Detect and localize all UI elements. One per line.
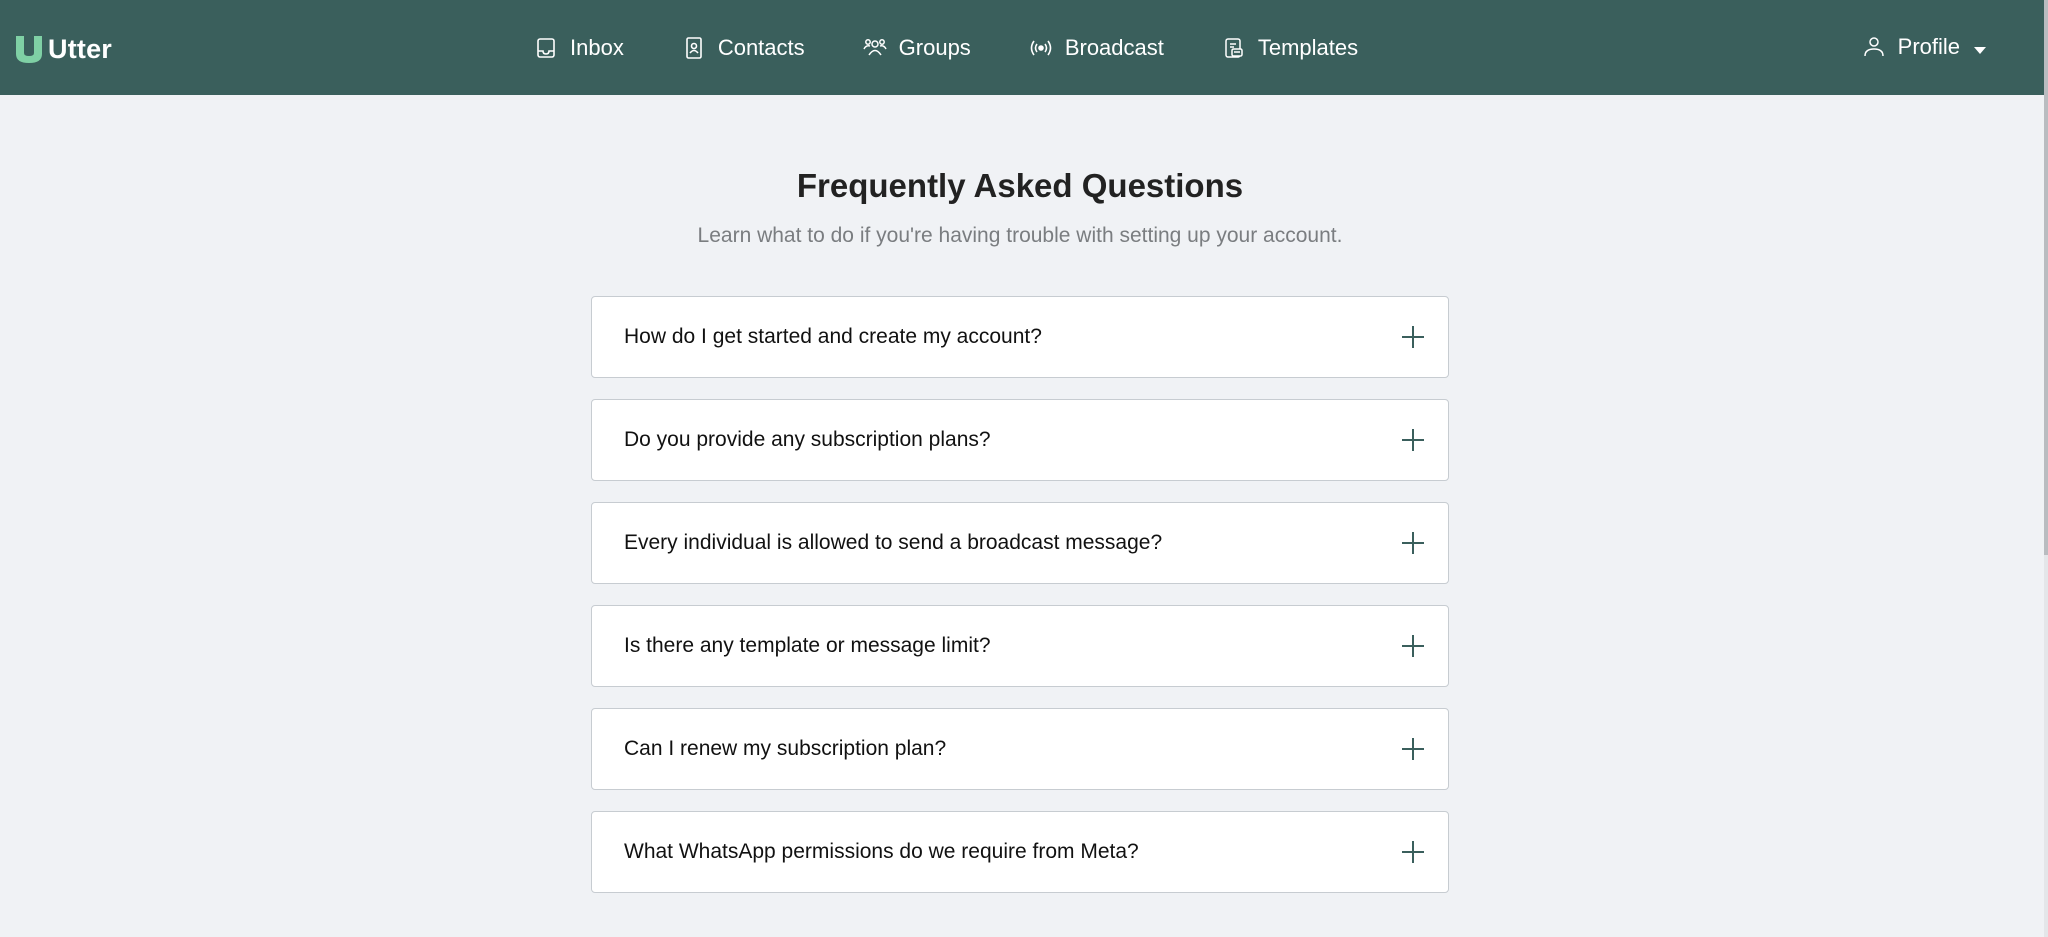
top-navbar: Utter Inbox Contacts Groups Broadcast Te… [0, 0, 2044, 95]
profile-menu[interactable]: Profile [1862, 27, 1986, 67]
scrollbar-thumb[interactable] [2044, 0, 2048, 555]
nav-item-groups[interactable]: Groups [862, 28, 971, 68]
users-group-icon [862, 36, 887, 60]
app-name: Utter [48, 33, 113, 64]
nav-item-templates[interactable]: Templates [1222, 28, 1358, 68]
faq-question: Can I renew my subscription plan? [624, 737, 947, 760]
plus-icon[interactable] [1400, 530, 1426, 556]
app-logo[interactable]: Utter [14, 32, 112, 66]
nav-item-label: Contacts [717, 34, 805, 60]
plus-icon[interactable] [1400, 324, 1426, 350]
page: Utter Inbox Contacts Groups Broadcast Te… [0, 0, 2048, 937]
plus-icon[interactable] [1400, 427, 1426, 453]
templates-icon [1222, 36, 1246, 60]
page-subtitle: Learn what to do if you're having troubl… [697, 224, 1343, 247]
profile-label: Profile [1897, 34, 1960, 59]
contact-card-icon [682, 36, 706, 60]
nav-item-label: Broadcast [1064, 34, 1164, 60]
vertical-scrollbar[interactable] [2044, 0, 2048, 937]
nav-item-contacts[interactable]: Contacts [682, 28, 805, 68]
faq-question: Do you provide any subscription plans? [624, 428, 991, 451]
chevron-down-icon [1974, 46, 1986, 54]
inbox-icon [534, 36, 558, 60]
page-title: Frequently Asked Questions [796, 167, 1244, 204]
faq-question: Is there any template or message limit? [624, 634, 991, 657]
utter-logo-icon [16, 36, 42, 63]
faq-item[interactable]: What WhatsApp permissions do we require … [591, 811, 1449, 893]
user-icon [1862, 35, 1886, 59]
plus-icon[interactable] [1400, 736, 1426, 762]
nav-item-broadcast[interactable]: Broadcast [1029, 28, 1164, 68]
nav-item-label: Templates [1257, 34, 1359, 60]
faq-item[interactable]: Do you provide any subscription plans? [591, 399, 1449, 481]
plus-icon[interactable] [1400, 633, 1426, 659]
faq-question: Every individual is allowed to send a br… [624, 531, 1163, 554]
faq-question: How do I get started and create my accou… [624, 325, 1042, 348]
faq-item[interactable]: Can I renew my subscription plan? [591, 708, 1449, 790]
plus-icon[interactable] [1400, 839, 1426, 865]
main-nav: Inbox Contacts Groups Broadcast Template… [534, 0, 1358, 95]
faq-section: Frequently Asked Questions Learn what to… [0, 95, 2044, 937]
faq-question: What WhatsApp permissions do we require … [624, 840, 1139, 863]
nav-item-label: Inbox [570, 34, 624, 60]
nav-item-inbox[interactable]: Inbox [534, 28, 624, 68]
faq-item[interactable]: How do I get started and create my accou… [591, 296, 1449, 378]
nav-item-label: Groups [898, 34, 971, 60]
faq-item[interactable]: Is there any template or message limit? [591, 605, 1449, 687]
faq-item[interactable]: Every individual is allowed to send a br… [591, 502, 1449, 584]
broadcast-icon [1029, 36, 1053, 60]
faq-list: How do I get started and create my accou… [591, 296, 1449, 914]
